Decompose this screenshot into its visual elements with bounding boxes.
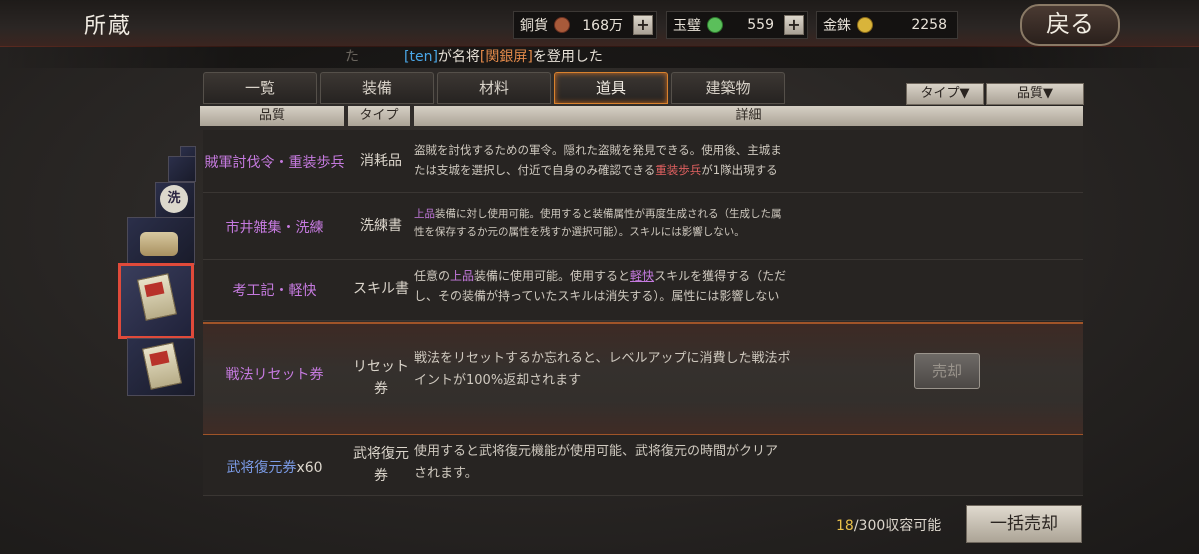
item-name: 戦法リセット券	[225, 367, 324, 383]
item-detail: 戦法をリセットするか忘れると、レベルアップに消費した戦法ポ イントが100%返却…	[414, 348, 790, 392]
item-quantity: x60	[296, 460, 323, 476]
notice-hero: [関銀屏]	[479, 49, 533, 65]
notice-text: が名将	[437, 49, 480, 65]
add-jade-button[interactable]: +	[784, 15, 804, 35]
currency-label: 玉璧	[673, 18, 701, 34]
item-detail: 盗賊を討伐するための軍令。隠れた盗賊を発見できる。使用後、主城ま たは支城を選択…	[414, 140, 782, 180]
back-button[interactable]: 戻る	[1020, 4, 1120, 46]
list-item[interactable]: 賊軍討伐令・重装歩兵 消耗品 盗賊を討伐するための軍令。隠れた盗賊を発見できる。…	[203, 130, 1083, 193]
wash-icon: 洗	[160, 185, 188, 213]
detail-line: し、その装備が持っていたスキルは消失する）。属性には影響しない	[414, 289, 780, 303]
add-copper-button[interactable]: +	[633, 15, 653, 35]
notice-faded-text: た	[345, 49, 359, 65]
capacity-counter: 18/300収容可能	[836, 515, 941, 535]
detail-text: 装備に使用可能。使用すると	[474, 269, 631, 283]
type-line: リセット	[353, 359, 409, 375]
jade-currency: 玉璧 559 +	[666, 11, 808, 39]
notice-user: [ten]	[404, 49, 438, 65]
type-filter-dropdown[interactable]: タイプ▼	[906, 83, 984, 105]
tab-equipment[interactable]: 装備	[320, 72, 434, 104]
detail-line: イントが100%返却されます	[414, 373, 582, 388]
tab-buildings[interactable]: 建築物	[671, 72, 785, 104]
item-thumbnail[interactable]	[168, 156, 196, 182]
type-line: 券	[374, 468, 388, 484]
item-name-text: 武将復元券	[226, 460, 297, 476]
detail-line: 盗賊を討伐するための軍令。隠れた盗賊を発見できる。使用後、主城ま	[414, 143, 782, 157]
item-type: 消耗品	[360, 153, 402, 169]
item-thumbnail[interactable]	[127, 338, 195, 396]
detail-line: 戦法をリセットするか忘れると、レベルアップに消費した戦法ポ	[414, 351, 791, 366]
item-detail: 任意の上品装備に使用可能。使用すると軽快スキルを獲得する（ただ し、その装備が持…	[414, 266, 786, 306]
tab-all[interactable]: 一覧	[203, 72, 317, 104]
page-title: 所蔵	[84, 14, 133, 39]
currency-value: 168万	[582, 18, 623, 34]
currency-value: 559	[747, 17, 774, 33]
item-thumbnail[interactable]: 洗	[155, 182, 195, 218]
detail-text: 装備に対し使用可能。使用すると装備属性が再度生成される（生成した属	[435, 208, 782, 220]
capacity-used: 18	[836, 518, 854, 534]
item-thumbnail-selected[interactable]	[118, 263, 194, 339]
item-type: リセット 券	[348, 356, 414, 400]
type-line: 武将復元	[353, 446, 409, 462]
quality-filter-dropdown[interactable]: 品質▼	[986, 83, 1084, 105]
manual-icon	[136, 273, 178, 321]
currency-label: 銅貨	[520, 18, 548, 34]
item-type: 武将復元 券	[348, 443, 414, 487]
currency-value: 2258	[911, 17, 947, 33]
tab-materials[interactable]: 材料	[437, 72, 551, 104]
copper-currency: 銅貨 168万 +	[513, 11, 657, 39]
column-quality[interactable]: 品質	[200, 106, 344, 126]
sell-button[interactable]: 売却	[914, 353, 980, 389]
gold-currency: 金銖 2258	[816, 11, 958, 39]
copper-coin-icon	[554, 17, 570, 33]
capacity-total: /300収容可能	[853, 518, 942, 534]
notice-message: [ten]が名将[関銀屏]を登用した	[404, 46, 603, 68]
jade-icon	[707, 17, 723, 33]
item-detail: 上品装備に対し使用可能。使用すると装備属性が再度生成される（生成した属 性を保存…	[414, 205, 782, 241]
list-item[interactable]: 市井雑集・洗練 洗練書 上品装備に対し使用可能。使用すると装備属性が再度生成され…	[203, 193, 1083, 260]
list-item[interactable]: 考工記・軽快 スキル書 任意の上品装備に使用可能。使用すると軽快スキルを獲得する…	[203, 260, 1083, 321]
tab-tools[interactable]: 道具	[554, 72, 668, 104]
item-type: 洗練書	[360, 218, 402, 234]
detail-line: 性を保存するか元の属性を残すか選択可能）。スキルには影響しない。	[414, 226, 745, 238]
item-name: 賊軍討伐令・重装歩兵	[204, 155, 345, 171]
detail-line: たは支城を選択し、付近で自身のみ確認できる重装歩兵が1隊出現する	[414, 160, 782, 180]
item-thumbnail[interactable]	[127, 217, 195, 265]
detail-line: 上品装備に対し使用可能。使用すると装備属性が再度生成される（生成した属	[414, 205, 782, 223]
column-type[interactable]: タイプ	[348, 106, 410, 126]
detail-text: たは支城を選択し、付近で自身のみ確認できる	[414, 163, 656, 177]
column-detail: 詳細	[414, 106, 1083, 126]
detail-text: が1隊出現する	[701, 163, 778, 177]
ticket-icon	[141, 342, 183, 390]
currency-label: 金銖	[823, 18, 851, 34]
gold-coin-icon	[857, 17, 873, 33]
notice-ticker: た [ten]が名将[関銀屏]を登用した	[0, 46, 1199, 68]
detail-line: 使用すると武将復元機能が使用可能、武将復元の時間がクリア	[414, 444, 779, 459]
scroll-icon	[140, 232, 178, 256]
item-name: 武将復元券x60	[203, 457, 346, 477]
detail-highlight: 上品	[450, 269, 475, 283]
detail-text: スキルを獲得する（ただ	[654, 269, 787, 283]
detail-text: 任意の	[414, 269, 451, 283]
list-item[interactable]: 武将復元券x60 武将復元 券 使用すると武将復元機能が使用可能、武将復元の時間…	[203, 435, 1083, 496]
list-item-selected[interactable]: 戦法リセット券 リセット 券 戦法をリセットするか忘れると、レベルアップに消費し…	[203, 322, 1083, 436]
detail-line: されます。	[414, 466, 478, 481]
notice-text: を登用した	[532, 49, 603, 65]
top-bar: 所蔵 銅貨 168万 + 玉璧 559 + 金銖 2258 戻る	[0, 0, 1199, 47]
bulk-sell-button[interactable]: 一括売却	[966, 505, 1082, 543]
item-name: 市井雑集・洗練	[225, 220, 324, 236]
item-name: 考工記・軽快	[232, 283, 317, 299]
detail-highlight: 上品	[414, 208, 435, 220]
detail-highlight: 重装歩兵	[655, 163, 702, 177]
detail-line: 任意の上品装備に使用可能。使用すると軽快スキルを獲得する（ただ	[414, 266, 786, 286]
item-detail: 使用すると武将復元機能が使用可能、武将復元の時間がクリア されます。	[414, 441, 778, 485]
type-line: 券	[374, 381, 388, 397]
detail-highlight: 軽快	[630, 269, 655, 283]
item-type: スキル書	[353, 281, 409, 297]
